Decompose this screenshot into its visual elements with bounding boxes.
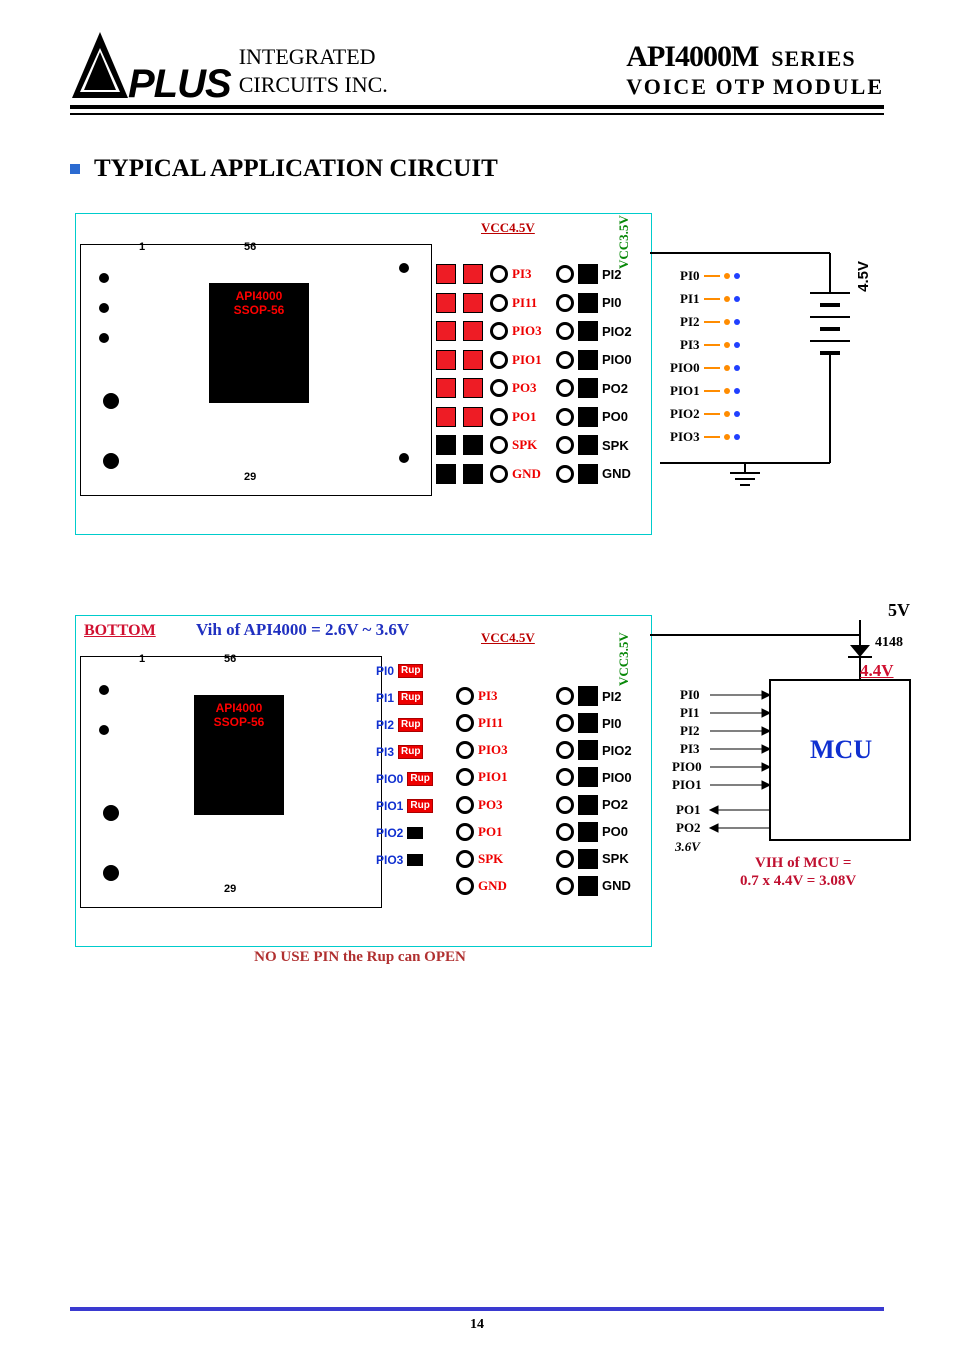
mcu-label: MCU [810,735,872,765]
fig2-header-col2: PI2 PI0 PIO2 PIO0 PO2 PO0 SPK GND [556,686,632,896]
fig2-rup-column: PI0Rup PI1Rup PI2Rup PI3Rup PIO0Rup PIO1… [376,661,433,870]
section-bullet-icon [70,164,80,174]
fig1-pin1: 1 [139,241,145,253]
fig1-pin29: 29 [244,471,256,483]
ext1-voltage: 4.5V [855,261,872,292]
fig2-pin1: 1 [139,653,145,665]
aplus-logo: PLUS [70,30,231,100]
figure1-wrapper: VCC4.5V VCC3.5V 1 56 29 API4000 SSOP-56 [70,213,884,535]
rup-icon: Rup [398,664,423,678]
series-line: API4000M SERIES [626,40,884,74]
fig1-vcc35-label: VCC3.5V [616,215,632,269]
logo-mark-icon [70,30,130,100]
fig2-chip-icon: API4000 SSOP-56 [194,695,284,815]
fig2-vih-note: Vih of API4000 = 2.6V ~ 3.6V [196,620,409,640]
company-line2: CIRCUITS INC. [239,71,388,99]
fig2-header-col1: PI3 PI11 PIO3 PIO1 PO3 PO1 SPK GND [456,686,508,896]
figure1: VCC4.5V VCC3.5V 1 56 29 API4000 SSOP-56 [75,213,652,535]
series-main: API4000M [626,40,758,73]
figure1-external-circuit: 4.5V PI0 PI1 PI2 PI3 PIO0 PIO1 PIO2 PIO3 [650,213,910,533]
section-heading-text: TYPICAL APPLICATION CIRCUIT [94,155,498,183]
fig1-pcb: 1 56 29 API4000 SSOP-56 [80,244,432,496]
module-subtitle: VOICE OTP MODULE [626,74,884,100]
fig1-vcc45-label: VCC4.5V [481,220,535,236]
ext2-diode: 4148 [875,635,903,651]
company-line1: INTEGRATED [239,43,388,71]
footer-rule [70,1307,884,1311]
figure2-wrapper: Vih of API4000 = 2.6V ~ 3.6V VCC4.5V VCC… [70,615,884,966]
fig2-vcc35-label: VCC3.5V [616,632,632,686]
ext2-4.4v: 4.4V [860,661,894,681]
header-thin-rule [70,113,884,115]
section-heading: TYPICAL APPLICATION CIRCUIT [70,155,884,183]
fig1-header-col2: PI2 PI0 PIO2 PIO0 PO2 PO0 SPK GND [556,264,632,484]
fig2-pcb: 1 56 29 API4000 SSOP-56 [80,656,382,908]
fig2-bottom-label: BOTTOM [84,622,156,640]
fig2-vcc45-label: VCC4.5V [481,630,535,646]
figure2: Vih of API4000 = 2.6V ~ 3.6V VCC4.5V VCC… [75,615,652,947]
page-number: 14 [0,1317,954,1333]
fig1-header-col1: PI3 PI11 PIO3 PIO1 PO3 PO1 SPK GND [436,264,542,484]
fig1-pin56: 56 [244,241,256,253]
ext2-vih-l1: VIH of MCU = [755,855,851,872]
company-name: INTEGRATED CIRCUITS INC. [239,43,388,98]
fig1-chip-icon: API4000 SSOP-56 [209,283,309,403]
ext2-vih-l2: 0.7 x 4.4V = 3.08V [740,873,856,890]
logo-text: PLUS [128,64,231,104]
fig2-pin56: 56 [224,653,236,665]
ext2-3.6v: 3.6V [675,839,700,855]
chip-label1: API4000 [209,289,309,303]
page-header: PLUS INTEGRATED CIRCUITS INC. API4000M S… [70,30,884,109]
header-title-block: API4000M SERIES VOICE OTP MODULE [626,40,884,100]
chip-label2: SSOP-56 [209,303,309,317]
fig2-pin29: 29 [224,883,236,895]
figure2-caption: NO USE PIN the Rup can OPEN [70,949,650,966]
figure2-external-circuit: 5V [650,595,930,955]
series-suffix: SERIES [771,46,855,71]
